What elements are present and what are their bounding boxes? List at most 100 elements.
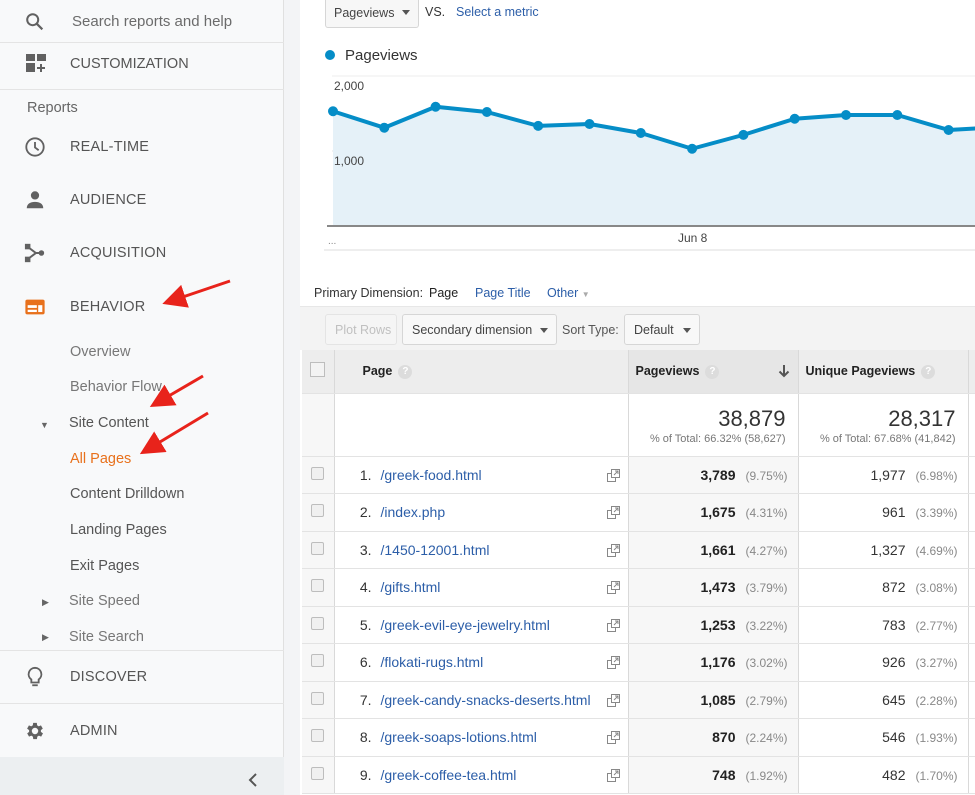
open-page-icon[interactable] <box>606 543 620 557</box>
nav-label: BEHAVIOR <box>70 299 146 315</box>
column-header-pageviews[interactable]: Pageviews? <box>628 350 799 394</box>
data-point[interactable] <box>738 129 749 140</box>
sort-type-select[interactable]: Default <box>624 314 700 345</box>
data-point[interactable] <box>328 106 338 117</box>
unique-pageviews-value: 645 <box>882 691 906 708</box>
data-point[interactable] <box>687 143 698 154</box>
page-link[interactable]: /gifts.html <box>381 579 441 595</box>
nav-customization[interactable]: CUSTOMIZATION <box>0 43 284 90</box>
column-label: Page <box>362 363 393 378</box>
data-point[interactable] <box>789 113 800 124</box>
unique-pageviews-pct: (1.93%) <box>915 731 958 746</box>
row-checkbox[interactable] <box>311 466 325 480</box>
help-icon[interactable]: ? <box>921 364 936 379</box>
open-page-icon[interactable] <box>606 506 620 519</box>
dimension-page-title[interactable]: Page Title <box>475 286 531 300</box>
person-icon <box>26 191 44 209</box>
help-icon[interactable]: ? <box>705 364 720 379</box>
site-content[interactable]: Site Content <box>69 415 149 431</box>
page-link[interactable]: /greek-candy-snacks-deserts.html <box>381 692 591 708</box>
open-page-icon[interactable] <box>606 468 620 482</box>
page-link[interactable]: /index.php <box>381 504 446 520</box>
row-checkbox-cell <box>302 568 335 607</box>
data-point[interactable] <box>892 110 903 120</box>
plot-rows-button[interactable]: Plot Rows <box>325 314 397 345</box>
pageviews-cell: 1,661 (4.27%) <box>628 531 799 569</box>
row-number: 2. <box>359 504 372 521</box>
column-header-unique-pageviews[interactable]: Unique Pageviews? <box>798 350 969 394</box>
nav-behavior[interactable]: BEHAVIOR <box>0 287 284 327</box>
data-point[interactable] <box>635 128 646 138</box>
open-page-icon[interactable] <box>606 693 620 707</box>
open-page-icon[interactable] <box>606 656 620 669</box>
caret-down-icon: ▼ <box>581 290 590 299</box>
help-icon[interactable]: ? <box>398 364 413 379</box>
page-link[interactable]: /greek-food.html <box>381 467 482 483</box>
behavior-flow[interactable]: Behavior Flow <box>70 379 162 395</box>
caret-down-icon <box>540 328 548 333</box>
exit-pages[interactable]: Exit Pages <box>70 558 139 574</box>
data-point[interactable] <box>430 101 441 112</box>
page-link[interactable]: /greek-soaps-lotions.html <box>381 729 537 745</box>
expanded-triangle-icon: ▼ <box>40 420 49 430</box>
open-page-icon[interactable] <box>606 731 620 744</box>
row-checkbox[interactable] <box>311 766 325 780</box>
unique-pageviews-pct: (4.69%) <box>915 543 958 558</box>
row-checkbox[interactable] <box>311 541 325 555</box>
row-checkbox[interactable] <box>311 504 325 518</box>
data-point[interactable] <box>841 110 851 120</box>
vs-label: VS. <box>425 5 446 19</box>
pageviews-cell: 1,473 (3.79%) <box>628 568 799 607</box>
collapsed-triangle-icon: ▶ <box>42 632 49 642</box>
data-point[interactable] <box>584 119 595 129</box>
totals-pageviews: 38,879 % of Total: 66.32% (58,627) <box>628 393 799 457</box>
nav-real-time[interactable]: REAL-TIME <box>0 127 284 167</box>
open-page-icon[interactable] <box>606 768 620 782</box>
row-checkbox[interactable] <box>311 579 325 593</box>
data-point[interactable] <box>533 120 544 131</box>
pageviews-value: 1,176 <box>700 654 736 671</box>
data-point[interactable] <box>379 122 390 133</box>
column-header-page[interactable]: Page? <box>334 350 629 394</box>
table-row: 4. /gifts.html 1,473 (3.79%) 872 (3.08%) <box>302 568 975 607</box>
secondary-dimension-select[interactable]: Secondary dimension <box>402 314 557 345</box>
nav-discover[interactable]: DISCOVER <box>0 657 284 697</box>
pageviews-pct: (4.31%) <box>745 506 788 521</box>
open-page-icon[interactable] <box>606 618 620 632</box>
behavior-overview[interactable]: Overview <box>70 344 130 360</box>
select-all-checkbox[interactable] <box>310 362 326 378</box>
open-page-icon[interactable] <box>606 581 620 594</box>
page-link[interactable]: /greek-evil-eye-jewelry.html <box>381 617 550 633</box>
data-point[interactable] <box>943 125 954 135</box>
pageviews-value: 748 <box>712 766 736 783</box>
data-point[interactable] <box>481 107 492 117</box>
row-checkbox[interactable] <box>311 729 325 743</box>
main-content: Pageviews VS. Select a metric Pageviews … <box>300 0 975 795</box>
page-link[interactable]: /1450-12001.html <box>381 542 490 558</box>
row-checkbox[interactable] <box>311 691 325 705</box>
row-checkbox[interactable] <box>311 654 325 668</box>
page-link[interactable]: /flokati-rugs.html <box>381 654 484 670</box>
select-metric-link[interactable]: Select a metric <box>456 5 539 19</box>
collapse-sidebar-button[interactable] <box>0 757 284 795</box>
next-column-cell <box>968 493 975 532</box>
all-pages[interactable]: All Pages <box>70 451 131 467</box>
row-checkbox-cell <box>302 531 335 569</box>
site-search[interactable]: Site Search <box>69 629 144 645</box>
dimension-page[interactable]: Page <box>429 286 458 300</box>
nav-audience[interactable]: AUDIENCE <box>0 180 284 220</box>
nav-admin[interactable]: ADMIN <box>0 711 284 751</box>
dimension-other[interactable]: Other ▼ <box>547 286 590 300</box>
search-reports[interactable]: Search reports and help <box>0 0 284 43</box>
landing-pages[interactable]: Landing Pages <box>70 522 167 538</box>
unique-pageviews-value: 783 <box>882 616 906 633</box>
row-number: 9. <box>359 766 372 783</box>
metric-select[interactable]: Pageviews <box>325 0 419 28</box>
unique-pageviews-value: 1,327 <box>870 541 906 558</box>
nav-label: DISCOVER <box>70 669 148 685</box>
nav-acquisition[interactable]: ACQUISITION <box>0 233 284 273</box>
page-link[interactable]: /greek-coffee-tea.html <box>381 767 517 783</box>
row-checkbox[interactable] <box>311 616 325 630</box>
content-drilldown[interactable]: Content Drilldown <box>70 486 184 502</box>
site-speed[interactable]: Site Speed <box>69 593 140 609</box>
